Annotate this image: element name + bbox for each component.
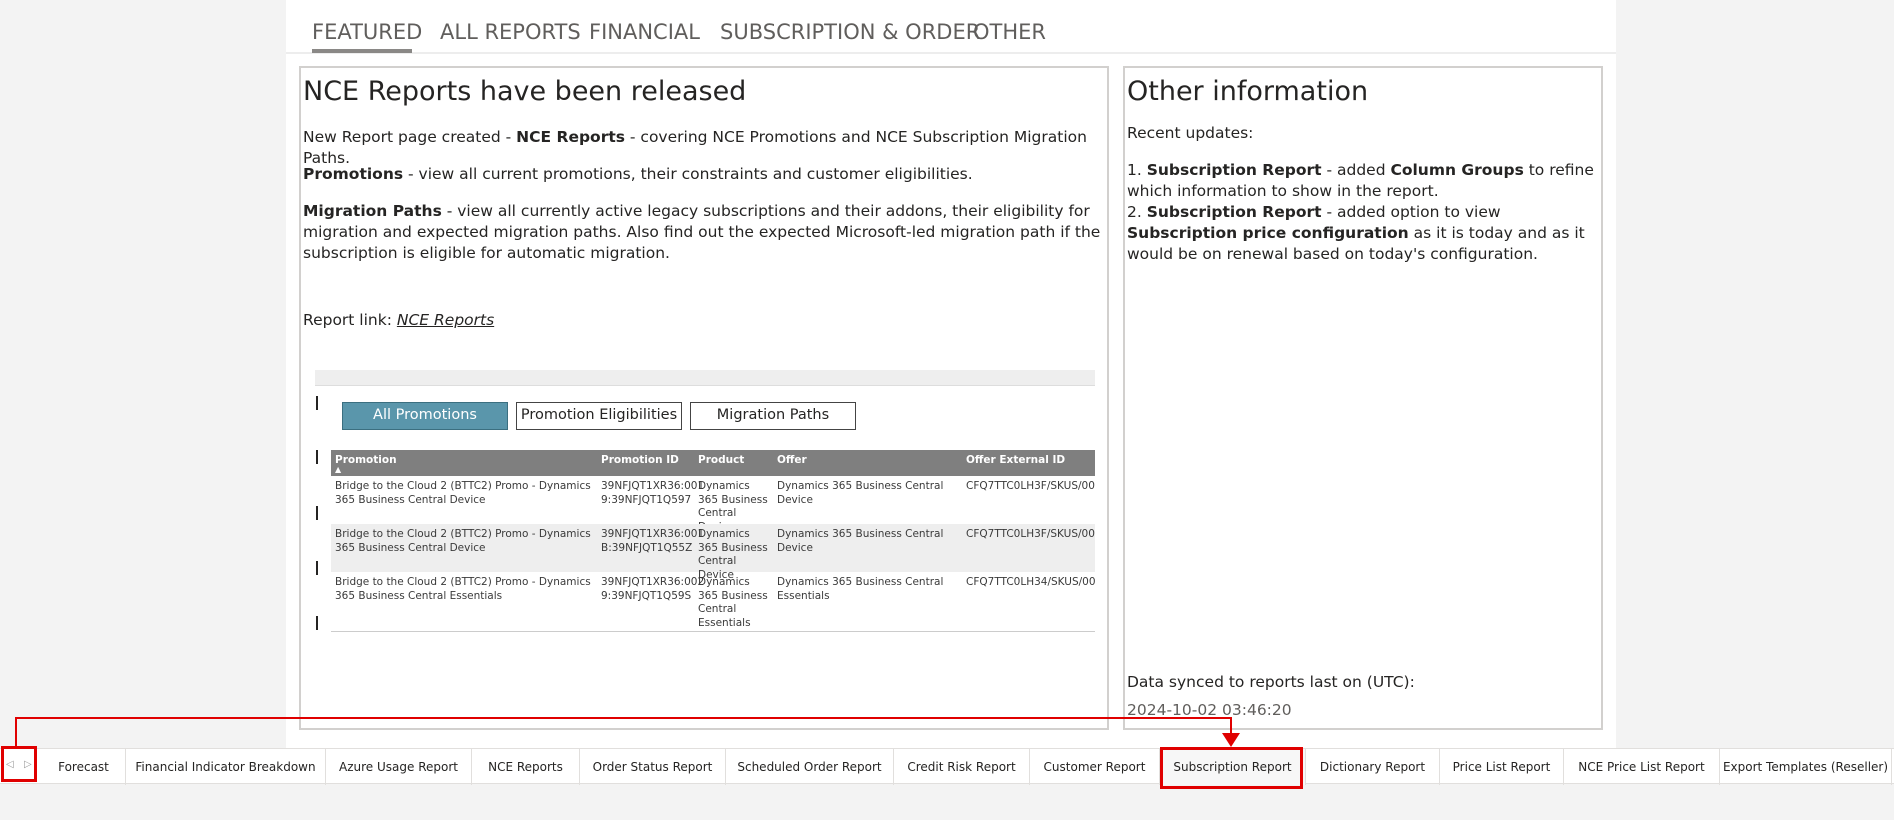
page-tab-nce-price-list-report[interactable]: NCE Price List Report: [1564, 749, 1720, 785]
annotation-line-top: [15, 717, 1232, 719]
page-tab-dictionary-report[interactable]: Dictionary Report: [1306, 749, 1440, 785]
top-tab-bar: FEATURED ALL REPORTS FINANCIAL SUBSCRIPT…: [286, 0, 1616, 54]
synced-label: Data synced to reports last on (UTC):: [1127, 673, 1415, 691]
page-tab-price-list-report[interactable]: Price List Report: [1440, 749, 1564, 785]
tab-other[interactable]: OTHER: [973, 20, 1046, 44]
migration-paragraph: Migration Paths - view all currently act…: [303, 202, 1101, 262]
page-tab-export-templates-reseller[interactable]: Export Templates (Reseller): [1720, 749, 1892, 785]
preview-top-bar: [315, 370, 1095, 386]
page-navigator: ◁ ▷ Forecast Financial Indicator Breakdo…: [0, 748, 1894, 785]
preview-tick: [316, 396, 318, 410]
page-tab-azure-usage-report[interactable]: Azure Usage Report: [326, 749, 472, 785]
migration-paths-bold: Migration Paths: [303, 202, 442, 220]
active-tab-indicator: [312, 49, 412, 53]
page-tab-credit-risk-report[interactable]: Credit Risk Report: [894, 749, 1030, 785]
col-promotion-id: Promotion ID: [601, 454, 679, 466]
report-link-line: Report link: NCE Reports: [303, 311, 495, 329]
page-tab-forecast[interactable]: Forecast: [42, 749, 126, 785]
table-row: Bridge to the Cloud 2 (BTTC2) Promo - Dy…: [331, 524, 1095, 581]
nce-reports-link[interactable]: NCE Reports: [397, 311, 494, 329]
preview-tick: [316, 616, 318, 630]
col-promotion: Promotion: [335, 454, 397, 466]
report-page: FEATURED ALL REPORTS FINANCIAL SUBSCRIPT…: [286, 0, 1616, 748]
tab-featured[interactable]: FEATURED: [312, 20, 422, 44]
update-item-2: 2. Subscription Report - added option to…: [1127, 203, 1585, 263]
update-item-1: 1. Subscription Report - added Column Gr…: [1127, 161, 1594, 200]
promotion-eligibilities-button: Promotion Eligibilities: [516, 402, 682, 430]
table-row: Bridge to the Cloud 2 (BTTC2) Promo - Dy…: [335, 480, 1095, 533]
other-information-title: Other information: [1127, 76, 1369, 107]
page-tab-customer-report[interactable]: Customer Report: [1030, 749, 1160, 785]
table-row: Bridge to the Cloud 2 (BTTC2) Promo - Dy…: [331, 572, 1095, 632]
intro-paragraph: New Report page created - NCE Reports - …: [303, 128, 1087, 167]
annotation-arrowhead-icon: [1222, 733, 1240, 747]
recent-updates-label: Recent updates:: [1127, 124, 1254, 142]
annotation-line-left: [15, 717, 17, 748]
announcement-panel: NCE Reports have been released New Repor…: [299, 66, 1109, 730]
page-tab-financial-indicator-breakdown[interactable]: Financial Indicator Breakdown: [126, 749, 326, 785]
col-offer-external-id: Offer External ID: [966, 454, 1066, 466]
preview-tick: [316, 506, 318, 520]
page-tab-nce-reports[interactable]: NCE Reports: [472, 749, 580, 785]
preview-tick: [316, 450, 318, 464]
tab-subscription-order[interactable]: SUBSCRIPTION & ORDER: [720, 20, 980, 44]
promotions-paragraph: Promotions - view all current promotions…: [303, 165, 973, 183]
col-product: Product: [698, 454, 745, 466]
announcement-title: NCE Reports have been released: [303, 76, 747, 107]
nav-arrows-highlight: [1, 746, 37, 782]
preview-tick: [316, 561, 318, 575]
grid-header: Promotion ▲ Promotion ID Product Offer O…: [331, 450, 1095, 476]
page-tab-order-status-report[interactable]: Order Status Report: [580, 749, 726, 785]
nce-report-preview: All Promotions Promotion Eligibilities M…: [315, 370, 1095, 640]
subscription-tab-highlight: [1160, 747, 1303, 789]
col-offer: Offer: [777, 454, 807, 466]
tab-all-reports[interactable]: ALL REPORTS: [440, 20, 581, 44]
nce-reports-bold: NCE Reports: [516, 128, 625, 146]
page-tab-scheduled-order-report[interactable]: Scheduled Order Report: [726, 749, 894, 785]
all-promotions-button: All Promotions: [342, 402, 508, 430]
migration-paths-button: Migration Paths: [690, 402, 856, 430]
sort-icon: ▲: [335, 465, 342, 474]
promotions-bold: Promotions: [303, 165, 404, 183]
tab-financial[interactable]: FINANCIAL: [589, 20, 700, 44]
other-information-panel: Other information Recent updates: 1. Sub…: [1123, 66, 1603, 730]
